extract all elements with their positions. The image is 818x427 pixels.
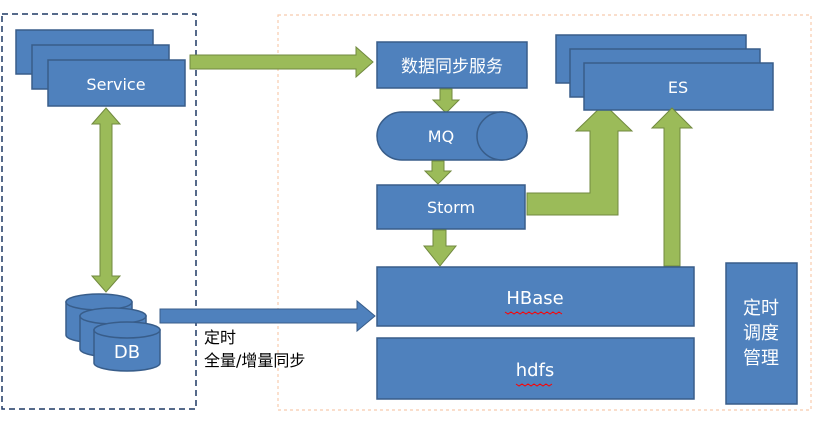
service-db-double-arrow [90,107,122,293]
hdfs-label: hdfs [516,360,555,381]
mq-cylinder-end [476,111,528,161]
hbase-to-es-arrow [650,107,694,267]
mq-cylinder: MQ [376,111,528,161]
service-stack: Service [15,29,186,107]
scheduler-label-line3: 管理 [743,348,779,369]
db-cylinder-stack: DB [65,293,161,372]
db-to-hbase-label-line1: 定时 [204,328,236,347]
storm-to-es-arrow [526,103,634,216]
storm-label: Storm [427,198,475,217]
service-label: Service [86,75,145,94]
sync-service-label: 数据同步服务 [401,57,503,77]
db-label: DB [114,342,140,363]
es-stack: ES [555,34,774,111]
architecture-diagram: Service 数据同步服务 MQ Storm ES HBase hdfs 定时… [1,13,812,411]
db-to-hbase-arrow [159,299,376,333]
es-label: ES [668,78,688,97]
storm-to-hbase-arrow [422,229,458,267]
scheduler-label-line1: 定时 [743,298,779,319]
mq-to-storm-arrow [423,160,453,185]
scheduler-label-line2: 调度 [743,323,779,344]
db-to-hbase-label-line2: 全量/增量同步 [204,351,305,370]
hbase-label: HBase [506,288,563,309]
service-to-sync-arrow [189,45,374,79]
sync-to-mq-arrow [431,88,461,114]
mq-label: MQ [428,127,454,146]
